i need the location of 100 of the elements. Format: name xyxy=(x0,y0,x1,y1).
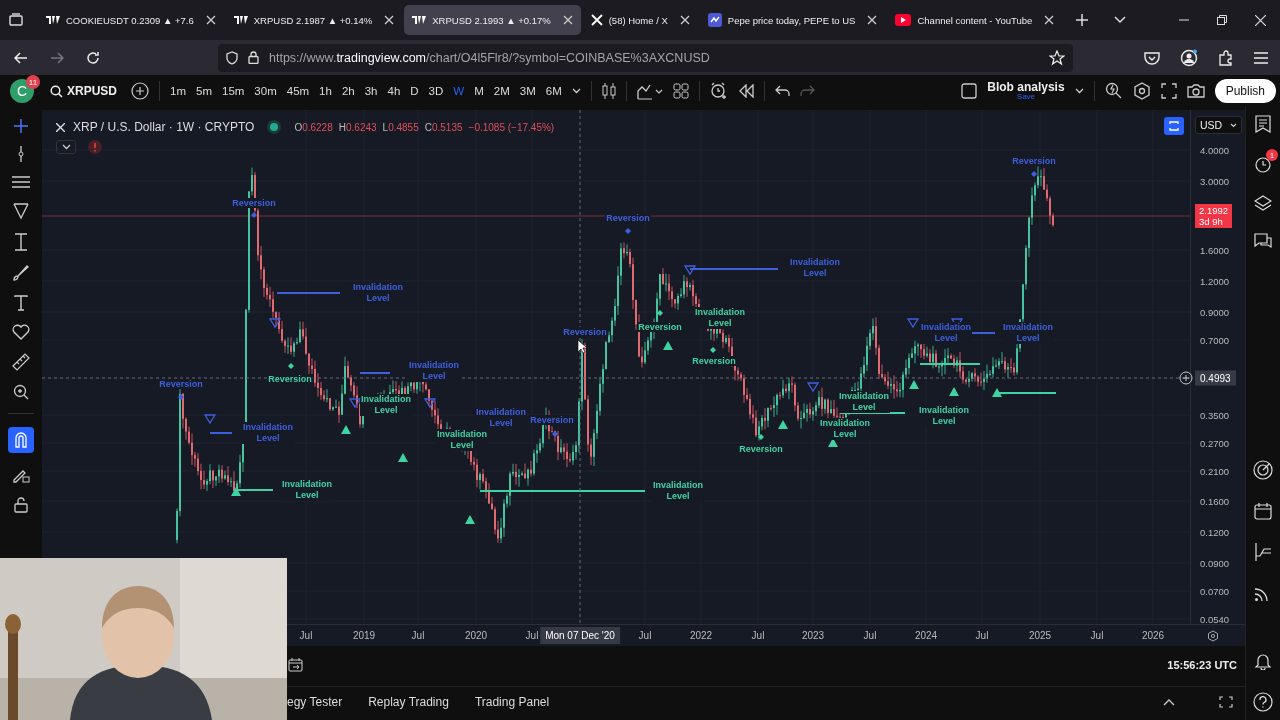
projection-icon[interactable] xyxy=(13,233,29,251)
add-icon[interactable] xyxy=(1179,371,1193,385)
zoom-icon[interactable] xyxy=(13,384,29,400)
settings-icon[interactable] xyxy=(1207,630,1219,642)
symbol-title[interactable]: XRP / U.S. Dollar · 1W · CRYPTO xyxy=(73,120,255,134)
interval-button[interactable]: 6M xyxy=(543,81,564,101)
chevron-down-icon[interactable] xyxy=(1114,16,1127,24)
chevron-down-icon[interactable] xyxy=(571,88,581,94)
grid-icon[interactable] xyxy=(672,83,689,99)
browser-tab[interactable]: (58) Home / X xyxy=(582,5,698,35)
heart-icon[interactable] xyxy=(12,324,30,340)
interval-button[interactable]: 3h xyxy=(362,81,380,101)
account-icon[interactable] xyxy=(1180,48,1198,67)
target-icon[interactable] xyxy=(1253,460,1273,480)
reload-icon[interactable] xyxy=(86,50,100,65)
undo-icon[interactable] xyxy=(774,85,790,97)
price-tick: 0.2700 xyxy=(1200,437,1230,449)
puzzle-icon[interactable] xyxy=(1218,49,1234,66)
pocket-icon[interactable] xyxy=(1144,50,1160,65)
ruler-icon[interactable] xyxy=(12,353,30,371)
time-tick: 2025 xyxy=(1028,630,1052,641)
save-link[interactable]: Save xyxy=(1016,93,1036,101)
interval-button[interactable]: 2h xyxy=(339,81,357,101)
bell-icon[interactable] xyxy=(1254,652,1272,670)
lock-icon[interactable] xyxy=(14,497,28,513)
chart-ideas-icon[interactable] xyxy=(1254,542,1272,562)
chat-icon[interactable] xyxy=(1254,233,1272,251)
forward-icon[interactable] xyxy=(50,51,64,64)
browser-tab[interactable]: Channel content - YouTube xyxy=(887,5,1063,35)
market-status-dot xyxy=(270,123,279,131)
settings-icon[interactable] xyxy=(1132,82,1151,100)
back-icon[interactable] xyxy=(14,51,28,64)
magnet-button[interactable] xyxy=(8,427,34,453)
sync-icon xyxy=(1168,120,1180,132)
candles-icon[interactable] xyxy=(601,82,616,100)
close-icon[interactable] xyxy=(1044,15,1055,25)
collapse-button[interactable] xyxy=(56,140,76,154)
calendar-goto-icon[interactable] xyxy=(288,658,304,672)
publish-button[interactable]: Publish xyxy=(1214,79,1276,103)
alarm-clock-icon[interactable] xyxy=(709,82,728,100)
close-icon[interactable] xyxy=(679,15,690,25)
interval-button[interactable]: 45m xyxy=(284,81,312,101)
chevron-up-icon[interactable] xyxy=(1163,698,1175,706)
crosshair-icon[interactable] xyxy=(14,119,28,133)
close-icon[interactable] xyxy=(1255,14,1266,26)
redo-icon[interactable] xyxy=(799,85,815,97)
add-symbol-icon[interactable] xyxy=(131,82,149,100)
browser-tab[interactable]: COOKIEUSDT 0.2309 ▲ +7.6 xyxy=(38,5,224,35)
menu-icon[interactable] xyxy=(1254,51,1268,64)
interval-button[interactable]: 2M xyxy=(491,81,512,101)
address-bar[interactable]: https://www.tradingview.com/chart/O4l5Flr8/?symbol=COINBASE%3AXCNUSD xyxy=(218,43,1073,72)
watchlist-icon[interactable] xyxy=(1254,115,1272,133)
warning-icon[interactable] xyxy=(88,140,102,154)
interval-button[interactable]: 15m xyxy=(220,81,247,101)
close-icon[interactable] xyxy=(56,122,65,132)
calendar-icon[interactable] xyxy=(1254,502,1272,520)
restore-icon[interactable] xyxy=(1217,15,1227,25)
panel-tab[interactable]: Replay Trading xyxy=(368,691,449,713)
help-icon[interactable] xyxy=(1253,692,1273,712)
alarm-clock-icon[interactable] xyxy=(1254,155,1272,173)
browser-tab[interactable]: Pepe price today, PEPE to US xyxy=(699,5,886,35)
fullscreen-icon[interactable] xyxy=(1160,83,1177,99)
indicators-icon[interactable] xyxy=(636,82,663,100)
chevron-down-icon[interactable] xyxy=(1074,88,1084,94)
interval-button[interactable]: D xyxy=(408,81,421,101)
text-icon[interactable] xyxy=(14,295,28,311)
close-icon[interactable] xyxy=(384,15,395,25)
symbol-search-button[interactable]: XRPUSD xyxy=(46,80,121,102)
close-icon[interactable] xyxy=(205,15,216,25)
interval-button[interactable]: M xyxy=(472,81,486,101)
sync-button[interactable] xyxy=(1164,117,1184,135)
panel-tab[interactable]: Trading Panel xyxy=(474,691,550,713)
maximize-icon[interactable] xyxy=(1219,696,1233,708)
camera-icon[interactable] xyxy=(1186,83,1205,99)
close-icon[interactable] xyxy=(867,15,878,25)
browser-tab[interactable]: XRPUSD 2.1987 ▲ +0.14% xyxy=(225,5,403,35)
interval-button[interactable]: 5m xyxy=(194,81,214,101)
panel-tab[interactable]: egy Tester xyxy=(287,691,343,713)
star-icon[interactable] xyxy=(1049,49,1065,66)
new-tab-icon[interactable] xyxy=(1076,14,1089,26)
tab-list-icon[interactable] xyxy=(8,12,24,28)
browser-tab[interactable]: XRPUSD 2.1993 ▲ +0.17% xyxy=(404,5,581,35)
interval-button[interactable]: W xyxy=(451,81,467,101)
interval-button[interactable]: 1h xyxy=(317,81,334,101)
interval-button[interactable]: 4h xyxy=(385,81,403,101)
close-icon[interactable] xyxy=(562,15,573,25)
rewind-icon[interactable] xyxy=(737,84,754,98)
currency-dropdown[interactable]: USD xyxy=(1195,116,1243,134)
layers-icon[interactable] xyxy=(1254,195,1272,211)
brush-icon[interactable] xyxy=(12,264,30,282)
interval-button[interactable]: 30m xyxy=(252,81,279,101)
reversion-label: Reversion xyxy=(1011,156,1057,166)
interval-button[interactable]: 3D xyxy=(426,81,446,101)
pattern-icon[interactable] xyxy=(12,202,30,220)
interval-button[interactable]: 3M xyxy=(517,81,538,101)
quick-search-icon[interactable] xyxy=(1104,82,1123,100)
interval-button[interactable]: 1m xyxy=(168,81,188,101)
layout-name[interactable]: Blob analysis xyxy=(987,81,1065,93)
lines-icon[interactable] xyxy=(12,175,30,189)
checkbox-icon[interactable] xyxy=(961,83,978,99)
